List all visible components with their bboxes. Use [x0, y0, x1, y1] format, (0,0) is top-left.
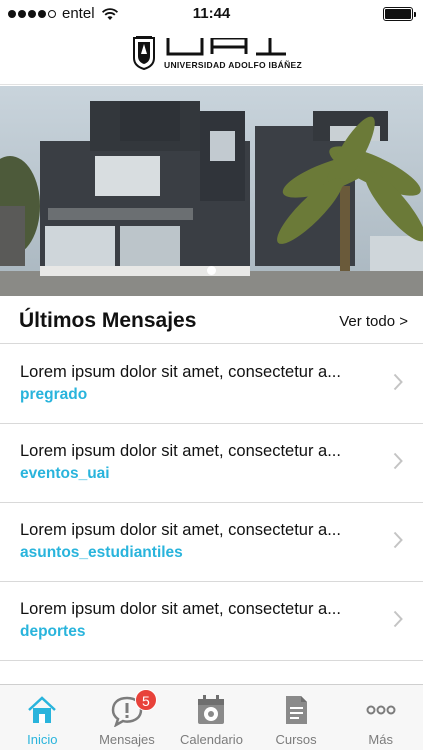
list-item[interactable]: Lorem ipsum dolor sit amet, consectetur …	[0, 345, 423, 424]
app-header: UNIVERSIDAD ADOLFO IBÁÑEZ	[0, 28, 423, 85]
tab-mas[interactable]: Más	[338, 685, 423, 750]
tab-label: Más	[368, 732, 393, 747]
messages-section-header: Últimos Mensajes Ver todo >	[0, 296, 423, 344]
message-title: Lorem ipsum dolor sit amet, consectetur …	[20, 442, 341, 460]
battery-icon	[383, 7, 416, 21]
tab-label: Mensajes	[99, 732, 155, 747]
home-icon	[28, 696, 57, 723]
chevron-right-icon	[393, 531, 403, 549]
chevron-right-icon	[393, 373, 403, 391]
page-indicator-dot[interactable]	[207, 266, 216, 275]
status-bar: entel 11:44	[0, 0, 423, 28]
document-icon	[286, 696, 308, 724]
tab-mensajes[interactable]: 5 Mensajes	[85, 685, 170, 750]
message-tag: asuntos_estudiantiles	[20, 544, 183, 561]
hero-banner[interactable]	[0, 86, 423, 296]
tab-inicio[interactable]: Inicio	[0, 685, 85, 750]
campus-building-image	[0, 86, 423, 296]
calendar-icon	[198, 695, 225, 724]
uai-logo-mark	[166, 38, 286, 56]
list-item[interactable]: Lorem ipsum dolor sit amet, consectetur …	[0, 424, 423, 503]
tab-calendario[interactable]: Calendario	[169, 685, 254, 750]
list-item[interactable]: Lorem ipsum dolor sit amet, consectetur …	[0, 582, 423, 661]
tab-cursos[interactable]: Cursos	[254, 685, 339, 750]
status-time: 11:44	[192, 5, 231, 22]
message-tag: pregrado	[20, 386, 88, 403]
crest-icon	[133, 36, 155, 70]
tab-label: Calendario	[180, 732, 243, 747]
tab-label: Cursos	[275, 732, 317, 747]
tab-bar: Inicio 5 Mensajes Calendario Cursos Más	[0, 684, 423, 750]
university-name: UNIVERSIDAD ADOLFO IBÁÑEZ	[164, 60, 302, 70]
message-tag: deportes	[20, 623, 86, 640]
message-title: Lorem ipsum dolor sit amet, consectetur …	[20, 363, 341, 381]
tab-label: Inicio	[27, 732, 58, 747]
messages-list: Lorem ipsum dolor sit amet, consectetur …	[0, 345, 423, 661]
see-all-link[interactable]: Ver todo >	[339, 313, 408, 330]
chevron-right-icon	[393, 452, 403, 470]
message-tag: eventos_uai	[20, 465, 110, 482]
message-title: Lorem ipsum dolor sit amet, consectetur …	[20, 521, 341, 539]
unread-badge: 5	[134, 689, 157, 711]
more-icon	[366, 705, 396, 715]
list-item[interactable]: Lorem ipsum dolor sit amet, consectetur …	[0, 503, 423, 582]
chevron-right-icon	[393, 610, 403, 628]
message-title: Lorem ipsum dolor sit amet, consectetur …	[20, 600, 341, 618]
uai-logo: UNIVERSIDAD ADOLFO IBÁÑEZ	[132, 36, 302, 74]
section-title: Últimos Mensajes	[19, 309, 197, 332]
